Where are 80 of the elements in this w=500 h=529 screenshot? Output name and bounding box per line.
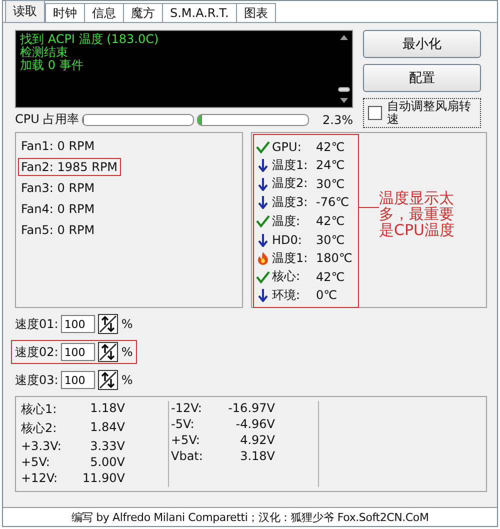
fan-reading: Fan3: 0 RPM xyxy=(20,180,96,197)
voltage-label: Vbat: xyxy=(171,449,204,463)
percent-unit: % xyxy=(121,345,133,359)
temperature-label: HD0: xyxy=(272,232,303,247)
voltage-value: 1.84V xyxy=(89,420,125,436)
temperature-label: 温度: xyxy=(272,212,302,230)
window-button[interactable]: 配置 xyxy=(363,64,481,92)
speed-label: 速度01: xyxy=(15,316,58,332)
temperature-value: 0℃ xyxy=(316,288,338,302)
voltage-label: +3.3V: xyxy=(21,439,62,453)
spin-arrows-icon[interactable] xyxy=(98,314,118,334)
speed-label: 速度02: xyxy=(15,344,58,360)
voltage-label: +5V: xyxy=(171,433,201,447)
voltage-label: -12V: xyxy=(171,401,203,415)
temperature-value: 42℃ xyxy=(316,214,345,228)
credits-text: 编写 by Alfredo Milani Comparetti；汉化：狐狸少爷 Fox.Soft2CN.CoM xyxy=(71,510,429,524)
speed-input[interactable]: 100 xyxy=(61,315,96,333)
voltage-value: 1.18V xyxy=(89,401,125,417)
voltage-value: -16.97V xyxy=(227,401,275,415)
voltage-value: 3.33V xyxy=(89,439,125,453)
voltage-value: 3.18V xyxy=(239,449,275,463)
scroll-thumb[interactable] xyxy=(338,87,350,92)
fan-reading: Fan2: 1985 RPM xyxy=(18,158,121,176)
fan-reading: Fan4: 0 RPM xyxy=(20,201,96,218)
fan-reading: Fan1: 0 RPM xyxy=(20,138,96,155)
voltage-value: 4.92V xyxy=(239,433,275,447)
voltage-value: -4.96V xyxy=(234,417,275,431)
cpu-usage-reading: 2.3% xyxy=(322,112,353,126)
log-line: 加载 0 事件 xyxy=(20,59,84,72)
down-arrow-icon xyxy=(256,195,270,210)
spin-arrows-icon[interactable] xyxy=(98,370,118,390)
temperature-label: 温度2: xyxy=(272,175,309,192)
temperature-value: 180℃ xyxy=(316,251,352,266)
percent-unit: % xyxy=(121,373,133,387)
temperature-label: 环境: xyxy=(272,286,302,304)
down-arrow-icon xyxy=(256,232,270,247)
check-icon xyxy=(256,270,270,284)
log-line: 找到 ACPI 温度 (183.0C) xyxy=(20,33,160,46)
scroll-down-icon[interactable] xyxy=(340,98,348,103)
temperature-value: -76℃ xyxy=(316,195,350,210)
temperature-label: 温度1: xyxy=(272,156,309,174)
spin-arrows-icon[interactable] xyxy=(98,342,118,362)
check-icon xyxy=(256,214,270,228)
window-button[interactable]: 最小化 xyxy=(363,30,481,58)
tab[interactable]: 信息 xyxy=(84,3,124,22)
temperature-value: 42℃ xyxy=(316,140,345,154)
temperature-value: 24℃ xyxy=(316,158,345,172)
tab[interactable]: 读取 xyxy=(5,0,45,22)
voltage-label: 核心1: xyxy=(21,401,58,418)
voltage-label: +12V: xyxy=(21,471,59,485)
voltage-label: +5V: xyxy=(21,455,51,469)
down-arrow-icon xyxy=(256,176,270,191)
voltage-label: 核心2: xyxy=(21,420,58,437)
annotation-text: 温度显示太多，最重要是CPU温度 xyxy=(379,190,455,238)
temperature-label: 温度1: xyxy=(272,250,309,267)
speed-input[interactable]: 100 xyxy=(61,371,96,389)
log-line: 检测结束 xyxy=(20,46,69,59)
tab[interactable]: 图表 xyxy=(236,3,276,22)
temperature-value: 42℃ xyxy=(316,270,345,284)
temperature-label: 温度3: xyxy=(272,194,309,211)
temperature-label: 核心: xyxy=(272,268,302,286)
voltage-label: -5V: xyxy=(171,417,196,431)
speed-label: 速度03: xyxy=(15,372,58,388)
temperature-value: 30℃ xyxy=(316,232,345,247)
voltage-value: 11.90V xyxy=(81,471,125,485)
speed-input[interactable]: 100 xyxy=(61,343,96,361)
temperature-label: GPU: xyxy=(272,140,302,154)
check-icon xyxy=(256,140,270,154)
down-arrow-icon xyxy=(256,158,270,172)
auto-fan-checkbox[interactable]: 自动调整风扇转速 xyxy=(363,98,481,128)
percent-unit: % xyxy=(121,317,133,331)
down-arrow-icon xyxy=(256,288,270,302)
checkbox-box[interactable] xyxy=(368,106,382,120)
scroll-up-icon[interactable] xyxy=(340,35,348,40)
temperature-value: 30℃ xyxy=(316,176,345,191)
fan-reading: Fan5: 0 RPM xyxy=(20,222,96,239)
flame-icon xyxy=(256,251,270,266)
tab[interactable]: 时钟 xyxy=(45,3,85,22)
voltage-value: 5.00V xyxy=(89,455,125,469)
cpu-usage-label: CPU 占用率 xyxy=(15,111,80,128)
